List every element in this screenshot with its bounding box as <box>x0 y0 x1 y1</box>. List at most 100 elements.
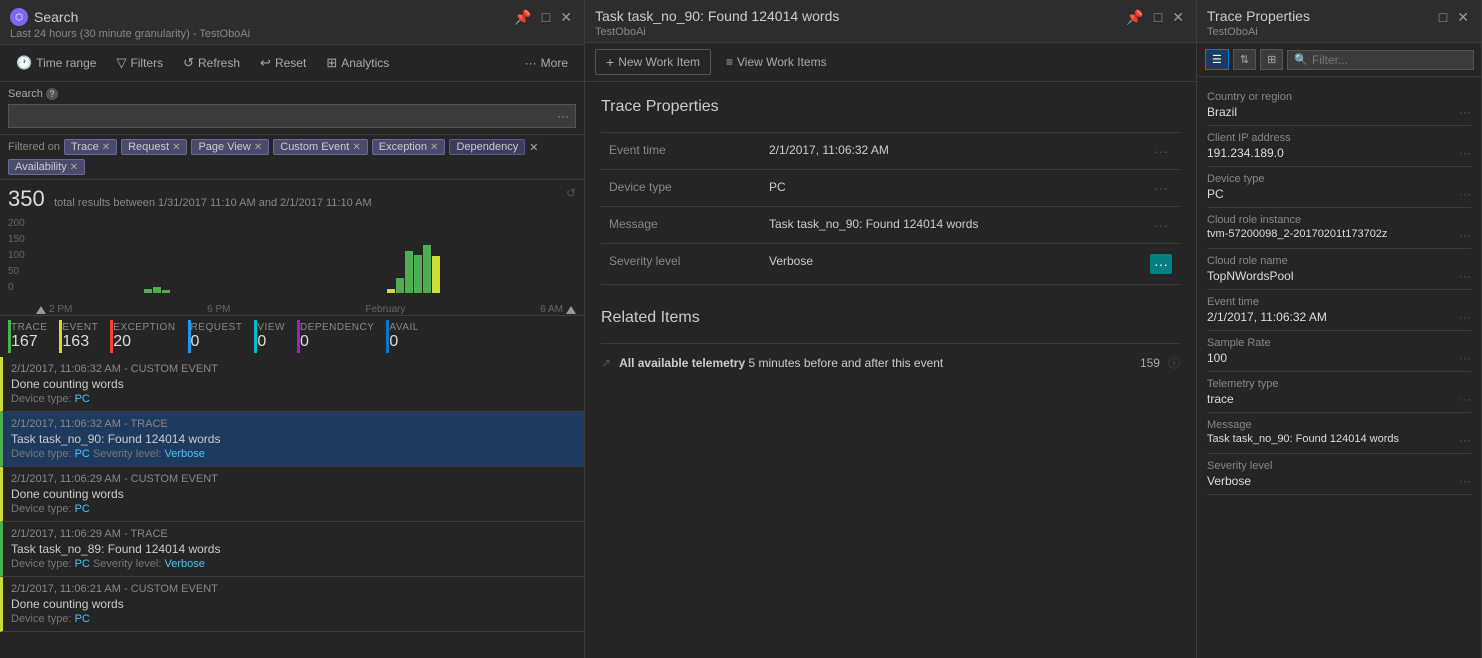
prop-severity-name: Severity level <box>601 244 761 285</box>
event-item-2[interactable]: 2/1/2017, 11:06:29 AM - CUSTOM EVENT Don… <box>0 467 584 522</box>
list-icon: ≡ <box>726 55 733 69</box>
remove-custom-event-icon[interactable]: ✕ <box>352 142 360 153</box>
detail-maximize-button[interactable]: □ <box>1150 8 1166 26</box>
stat-request: REQUEST 0 <box>188 320 251 353</box>
search-more-button[interactable]: ··· <box>551 105 575 127</box>
bar <box>144 289 152 293</box>
bar <box>153 287 161 293</box>
reset-button[interactable]: ↩ Reset <box>252 51 314 75</box>
filters-button[interactable]: ▽ Filters <box>108 51 171 75</box>
trace-prop-cloud-role-name-dots[interactable]: ··· <box>1459 269 1471 283</box>
prop-message-value: Task task_no_90: Found 124014 words <box>761 207 1140 244</box>
prop-row-severity: Severity level Verbose ··· <box>601 244 1180 285</box>
maximize-button[interactable]: □ <box>538 8 554 26</box>
related-items-title: Related Items <box>601 309 1180 327</box>
new-work-item-button[interactable]: + New Work Item <box>595 49 711 75</box>
trace-prop-message-dots[interactable]: ··· <box>1459 433 1471 447</box>
filter-exception[interactable]: Exception ✕ <box>372 139 446 155</box>
event-0-meta-label: Device type: <box>11 393 75 405</box>
related-item-0[interactable]: ↗ All available telemetry 5 minutes befo… <box>601 343 1180 381</box>
stat-avail: AVAIL 0 <box>386 320 426 353</box>
view-work-items-button[interactable]: ≡ View Work Items <box>715 50 838 74</box>
analytics-button[interactable]: ⊞ Analytics <box>318 51 397 75</box>
bar <box>387 289 395 293</box>
prop-message-dots[interactable]: ··· <box>1150 217 1172 233</box>
bar <box>405 251 413 293</box>
event-3-header: 2/1/2017, 11:06:29 AM - TRACE <box>11 528 576 540</box>
trace-prop-country-dots[interactable]: ··· <box>1459 105 1471 119</box>
columns-button[interactable]: ⊞ <box>1260 49 1283 70</box>
trace-prop-cloud-role-instance-name: Cloud role instance <box>1207 214 1471 226</box>
filter-dependency[interactable]: Dependency <box>449 139 525 155</box>
trace-close-button[interactable]: ✕ <box>1453 8 1473 26</box>
trace-maximize-button[interactable]: □ <box>1435 8 1451 26</box>
time-label-2pm: 2 PM <box>49 304 72 315</box>
filtered-on-label: Filtered on <box>8 141 60 153</box>
stat-view-label: VIEW <box>257 322 285 333</box>
trace-prop-telemetry-type-value-row: trace ··· <box>1207 392 1471 406</box>
stat-avail-value: 0 <box>389 333 418 351</box>
trace-prop-event-time-dots[interactable]: ··· <box>1459 310 1471 324</box>
filter-availability[interactable]: Availability ✕ <box>8 159 85 175</box>
event-item-4[interactable]: 2/1/2017, 11:06:21 AM - CUSTOM EVENT Don… <box>0 577 584 632</box>
search-panel-title: ⬡ Search <box>10 8 514 26</box>
close-button[interactable]: ✕ <box>556 8 576 26</box>
trace-prop-sample-rate-dots[interactable]: ··· <box>1459 351 1471 365</box>
event-1-title: Task task_no_90: Found 124014 words <box>11 432 576 446</box>
filter-custom-event[interactable]: Custom Event ✕ <box>273 139 367 155</box>
refresh-results-icon[interactable]: ↺ <box>566 186 576 200</box>
arrow-icon: ↗ <box>601 356 611 370</box>
detail-close-button[interactable]: ✕ <box>1168 8 1188 26</box>
stat-exception-label: EXCEPTION <box>113 322 175 333</box>
filter-remove-all[interactable]: ✕ <box>529 141 538 154</box>
help-icon: ? <box>46 88 58 100</box>
trace-prop-severity-name: Severity level <box>1207 460 1471 472</box>
trace-prop-device-type-dots[interactable]: ··· <box>1459 187 1471 201</box>
y-label-150: 150 <box>8 234 25 245</box>
search-input[interactable] <box>9 105 551 127</box>
stat-avail-label: AVAIL <box>389 322 418 333</box>
trace-prop-client-ip-name: Client IP address <box>1207 132 1471 144</box>
search-area: Search ? ··· <box>0 82 584 135</box>
event-item-3[interactable]: 2/1/2017, 11:06:29 AM - TRACE Task task_… <box>0 522 584 577</box>
event-item-1[interactable]: 2/1/2017, 11:06:32 AM - TRACE Task task_… <box>0 412 584 467</box>
list-view-button[interactable]: ☰ <box>1205 49 1229 70</box>
remove-trace-icon[interactable]: ✕ <box>102 142 110 153</box>
trace-prop-message-value-row: Task task_no_90: Found 124014 words ··· <box>1207 433 1471 447</box>
trace-prop-sample-rate-val: 100 <box>1207 351 1227 365</box>
plus-icon: + <box>606 54 614 70</box>
remove-availability-icon[interactable]: ✕ <box>70 162 78 173</box>
event-item-0[interactable]: 2/1/2017, 11:06:32 AM - CUSTOM EVENT Don… <box>0 357 584 412</box>
trace-prop-event-time: Event time 2/1/2017, 11:06:32 AM ··· <box>1207 290 1471 331</box>
remove-exception-icon[interactable]: ✕ <box>430 142 438 153</box>
remove-request-icon[interactable]: ✕ <box>172 142 180 153</box>
refresh-button[interactable]: ↺ Refresh <box>175 51 248 75</box>
filter-page-view[interactable]: Page View ✕ <box>191 139 269 155</box>
stat-trace-value: 167 <box>11 333 47 351</box>
related-text-after: 5 minutes before and after this event <box>748 356 943 370</box>
trace-prop-device-type-value-row: PC ··· <box>1207 187 1471 201</box>
filter-trace[interactable]: Trace ✕ <box>64 139 117 155</box>
filter-icon: ▽ <box>116 55 126 71</box>
filter-input[interactable] <box>1312 53 1467 67</box>
search-panel-header: ⬡ Search Last 24 hours (30 minute granul… <box>0 0 584 45</box>
sort-button[interactable]: ⇅ <box>1233 49 1256 70</box>
trace-prop-severity-dots[interactable]: ··· <box>1459 474 1471 488</box>
bar <box>432 256 440 293</box>
trace-prop-cloud-role-instance-dots[interactable]: ··· <box>1459 228 1471 242</box>
trace-prop-telemetry-type-dots[interactable]: ··· <box>1459 392 1471 406</box>
prop-severity-teal-dots[interactable]: ··· <box>1150 254 1172 274</box>
trace-prop-severity-val: Verbose <box>1207 474 1251 488</box>
filter-request[interactable]: Request ✕ <box>121 139 187 155</box>
time-range-button[interactable]: 🕐 Time range <box>8 51 104 75</box>
detail-pin-button[interactable]: 📌 <box>1122 8 1147 26</box>
trace-prop-message: Message Task task_no_90: Found 124014 wo… <box>1207 413 1471 454</box>
prop-event-time-dots[interactable]: ··· <box>1150 143 1172 159</box>
search-title-text: Search <box>34 9 78 25</box>
prop-device-type-dots[interactable]: ··· <box>1150 180 1172 196</box>
pin-button[interactable]: 📌 <box>510 8 535 26</box>
trace-prop-client-ip-dots[interactable]: ··· <box>1459 146 1471 160</box>
detail-title-text: Task task_no_90: Found 124014 words <box>595 8 839 24</box>
remove-page-view-icon[interactable]: ✕ <box>254 142 262 153</box>
more-button[interactable]: ··· More <box>517 52 576 74</box>
